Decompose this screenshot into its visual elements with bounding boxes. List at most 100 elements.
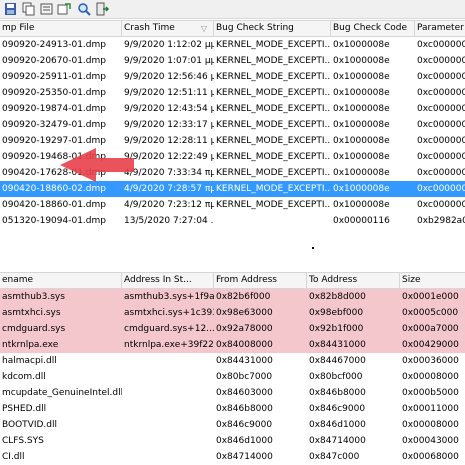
driver-row[interactable]: mcupdate_GenuineIntel.dll 0x84603000 0x8… [0,385,465,401]
driver-row[interactable]: asmtxhci.sys asmtxhci.sys+1c393 0x98e630… [0,305,465,321]
copy-icon[interactable] [21,2,36,16]
driver-file-name: CLFS.SYS [2,436,44,446]
driver-row[interactable]: kdcom.dll 0x80bc7000 0x80bcf000 0x000080… [0,369,465,385]
dump-row[interactable]: 090920-25350-01.dmp 9/9/2020 12:51:11 μμ… [0,85,465,101]
column-header-bug-check-string[interactable]: Bug Check String [214,21,331,36]
driver-address-in-stack [122,369,214,385]
dump-crash-time: 4/9/2020 7:33:34 πμ [124,168,214,178]
driver-size: 0x0001e000 [400,289,465,305]
dump-bug-check-string: KERNEL_MODE_EXCEPTI... [216,136,331,146]
driver-from-address: 0x84603000 [216,388,273,398]
driver-address-in-stack [122,433,214,449]
driver-from-address: 0x80bc7000 [216,372,273,382]
dump-parameter-1: 0xc0000005 [417,184,465,194]
dump-bug-check-code: 0x1000008e [333,88,390,98]
driver-file-name: ntkrnlpa.exe [0,337,122,353]
driver-address-in-stack [122,385,214,401]
driver-size: 0x00068000 [402,452,459,462]
dump-parameter-1: 0xc0000005 [417,40,465,50]
column-header-crash-time[interactable]: Crash Time ▽ [122,21,214,36]
driver-file-name: mcupdate_GenuineIntel.dll [2,388,122,398]
dump-parameter-1: 0xc0000005 [417,152,465,162]
refresh-icon[interactable] [57,2,72,16]
driver-address-in-stack: asmtxhci.sys+1c393 [122,305,214,321]
driver-row[interactable]: CLFS.SYS 0x846d1000 0x84714000 0x0004300… [0,433,465,449]
dump-parameter-1: 0xb2982a0 [417,216,465,226]
dump-parameter-1: 0xc0000005 [417,200,465,210]
column-header-filename[interactable]: ename [0,273,122,288]
dump-row[interactable]: 090920-25911-01.dmp 9/9/2020 12:56:46 μμ… [0,69,465,85]
column-header-parameter-1[interactable]: Parameter 1 [415,21,465,36]
driver-file-name: asmthub3.sys [0,289,122,305]
driver-from-address: 0x98e63000 [214,305,307,321]
driver-file-name: BOOTVID.dll [2,420,57,430]
dump-crash-time: 9/9/2020 12:43:54 μμ [124,104,214,114]
dump-bug-check-string: KERNEL_MODE_EXCEPTI... [216,56,331,66]
driver-row[interactable]: asmthub3.sys asmthub3.sys+1f9a 0x82b6f00… [0,289,465,305]
driver-row[interactable]: halmacpi.dll 0x84431000 0x84467000 0x000… [0,353,465,369]
driver-to-address: 0x846b8000 [309,388,366,398]
dump-row[interactable]: 090920-19874-01.dmp 9/9/2020 12:43:54 μμ… [0,101,465,117]
driver-to-address: 0x847c000 [309,452,360,462]
dump-row[interactable]: 090920-20670-01.dmp 9/9/2020 1:07:01 μμ … [0,53,465,69]
column-header-size[interactable]: Size [400,273,465,288]
dump-bug-check-string: KERNEL_MODE_EXCEPTI... [216,88,331,98]
sort-descending-icon: ▽ [200,24,207,33]
driver-row[interactable]: BOOTVID.dll 0x846c9000 0x846d1000 0x0000… [0,417,465,433]
column-header-bug-check-code[interactable]: Bug Check Code [331,21,415,36]
driver-from-address: 0x92a78000 [214,321,307,337]
column-header-to-address[interactable]: To Address [307,273,400,288]
driver-file-name: kdcom.dll [2,372,46,382]
dump-row[interactable]: 051320-19094-01.dmp 13/5/2020 7:27:04 ..… [0,213,465,229]
dump-bug-check-code: 0x00000116 [333,216,390,226]
driver-address-in-stack [122,417,214,433]
dump-bug-check-string: KERNEL_MODE_EXCEPTI... [216,72,331,82]
dump-parameter-1: 0xc0000005 [417,72,465,82]
driver-file-name: PSHED.dll [2,404,47,414]
save-icon[interactable] [3,2,18,16]
driver-size: 0x0005c000 [400,305,465,321]
exit-icon[interactable] [95,2,110,16]
dump-crash-time: 9/9/2020 12:51:11 μμ [124,88,214,98]
driver-row[interactable]: CI.dll 0x84714000 0x847c000 0x00068000 [0,449,465,465]
dump-parameter-1: 0xc0000005 [417,104,465,114]
dump-bug-check-string: KERNEL_MODE_EXCEPTI... [216,120,331,130]
driver-size: 0x00008000 [402,420,459,430]
driver-address-in-stack: asmthub3.sys+1f9a [122,289,214,305]
driver-row[interactable]: ntkrnlpa.exe ntkrnlpa.exe+39f22 0x840080… [0,337,465,353]
column-header-from-address[interactable]: From Address [214,273,307,288]
driver-row[interactable]: cmdguard.sys cmdguard.sys+12... 0x92a780… [0,321,465,337]
splitter-grip[interactable] [312,247,314,249]
driver-to-address: 0x846c9000 [309,404,366,414]
column-header-crash-time-label: Crash Time [124,23,175,33]
dump-bug-check-string: KERNEL_MODE_EXCEPTI... [216,168,331,178]
driver-to-address: 0x84431000 [307,337,400,353]
driver-size: 0x000b5000 [402,388,459,398]
dump-row[interactable]: 090420-18860-01.dmp 4/9/2020 7:23:12 πμ … [0,197,465,213]
dump-bug-check-code: 0x1000008e [333,152,390,162]
dump-bug-check-string: KERNEL_MODE_EXCEPTI... [216,184,331,194]
dump-bug-check-string: KERNEL_MODE_EXCEPTI... [216,104,331,114]
driver-from-address: 0x84008000 [214,337,307,353]
driver-size: 0x00429000 [400,337,465,353]
column-header-address-in-stack[interactable]: Address In St... [122,273,214,288]
driver-row[interactable]: PSHED.dll 0x846b8000 0x846c9000 0x000110… [0,401,465,417]
dump-bug-check-code: 0x1000008e [333,168,390,178]
dump-file-name: 090920-25350-01.dmp [2,88,106,98]
dump-crash-time: 9/9/2020 12:33:17 μμ [124,120,214,130]
driver-from-address: 0x846b8000 [216,404,273,414]
dump-row[interactable]: 090920-24913-01.dmp 9/9/2020 1:12:02 μμ … [0,37,465,53]
dump-parameter-1: 0xc0000005 [417,56,465,66]
dump-parameter-1: 0xc0000005 [417,88,465,98]
toolbar [0,0,465,19]
dump-crash-time: 9/9/2020 12:56:46 μμ [124,72,214,82]
driver-to-address: 0x82b8d000 [307,289,400,305]
dump-file-name: 090920-19874-01.dmp [2,104,106,114]
dump-row[interactable]: 090920-32479-01.dmp 9/9/2020 12:33:17 μμ… [0,117,465,133]
dump-crash-time: 9/9/2020 1:07:01 μμ [124,56,214,66]
driver-size: 0x000a7000 [400,321,465,337]
column-header-dump-file[interactable]: mp File [0,21,122,36]
driver-from-address: 0x84714000 [216,452,273,462]
find-icon[interactable] [77,2,92,16]
properties-icon[interactable] [39,2,54,16]
